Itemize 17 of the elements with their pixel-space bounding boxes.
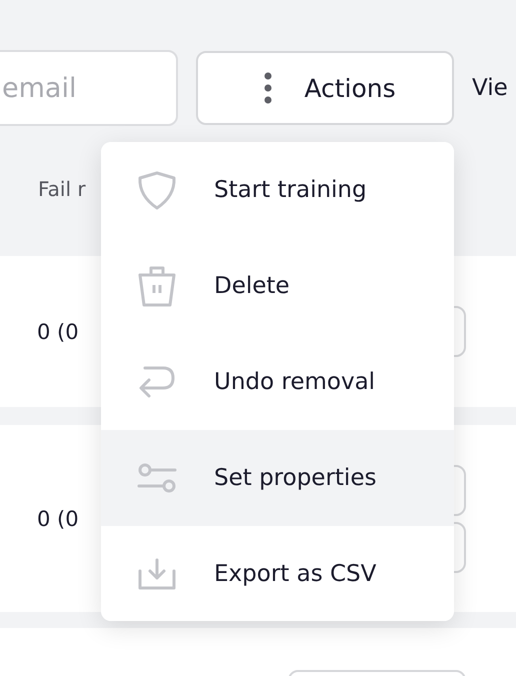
table-cell: 0 (0 — [37, 320, 79, 344]
undo-icon — [137, 364, 177, 400]
view-label: Vie — [472, 75, 508, 101]
menu-item[interactable]: Export as CSV — [101, 526, 454, 621]
sliders-icon — [137, 463, 177, 493]
shield-icon — [137, 170, 177, 210]
menu-item[interactable]: Set properties — [101, 430, 454, 526]
more-icon — [264, 72, 272, 104]
table-cell: 0 (0 — [37, 506, 79, 530]
menu-item[interactable]: Delete — [101, 238, 454, 334]
menu-item[interactable]: Start training — [101, 142, 454, 238]
column-header: Fail r — [38, 177, 86, 201]
actions-button[interactable]: Actions — [196, 51, 454, 125]
trash-icon — [137, 265, 177, 307]
download-icon — [137, 557, 177, 591]
menu-item[interactable]: Undo removal — [101, 334, 454, 430]
email-field[interactable]: email — [0, 50, 178, 126]
